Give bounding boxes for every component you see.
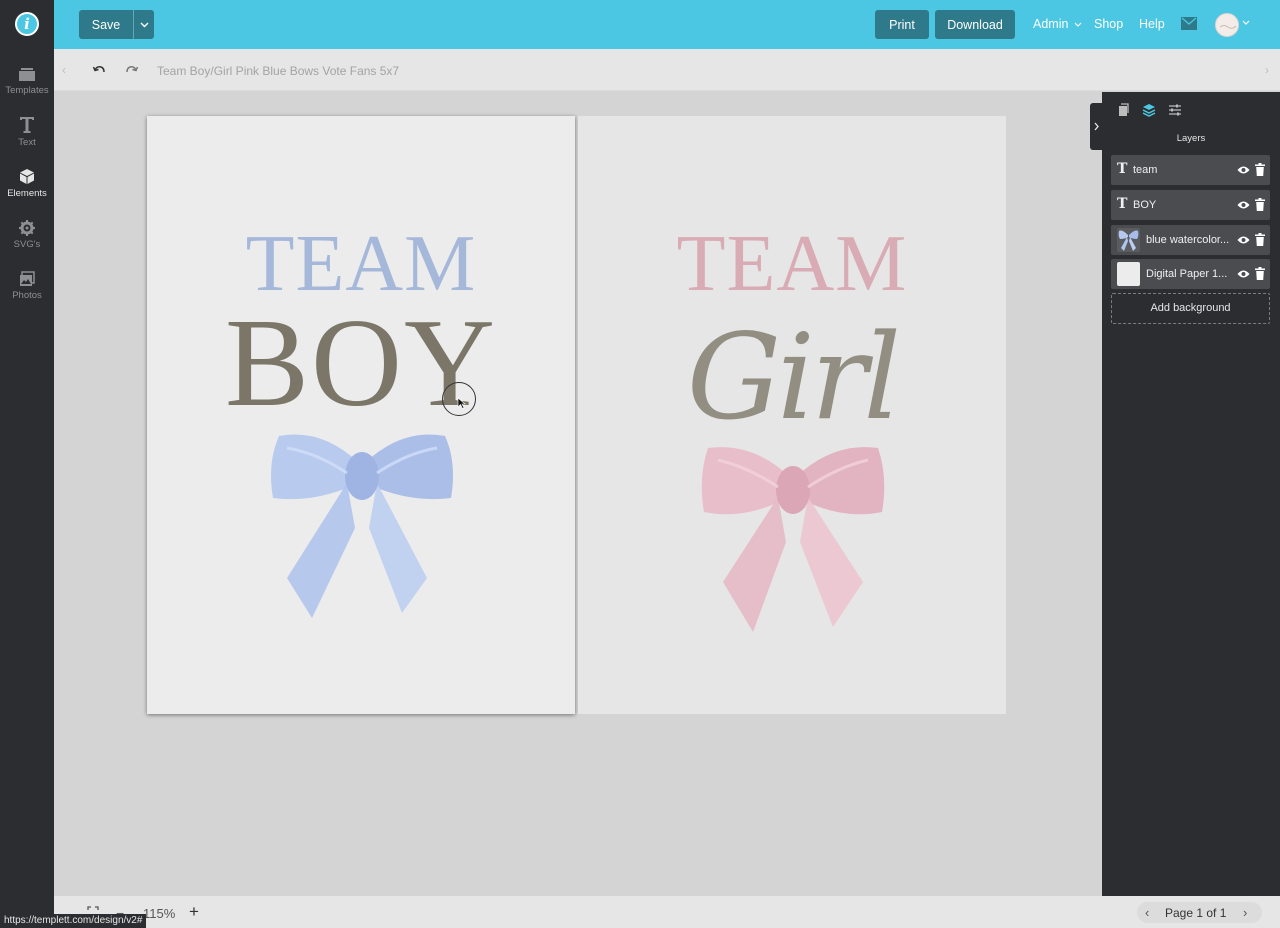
chevron-right-icon[interactable]: › — [1265, 63, 1269, 77]
panel-title: Layers — [1176, 133, 1206, 144]
save-button[interactable]: Save — [79, 10, 133, 39]
page-navigator: ‹ Page 1 of 1 › — [1137, 902, 1262, 923]
document-title[interactable]: Team Boy/Girl Pink Blue Bows Vote Fans 5… — [157, 64, 399, 78]
boy-text[interactable]: BOY — [147, 301, 575, 427]
sidebar-item-svgs[interactable]: SVG's — [0, 220, 54, 250]
print-button[interactable]: Print — [875, 10, 929, 39]
trash-icon[interactable] — [1255, 233, 1265, 246]
svg-icon — [19, 220, 35, 236]
mail-icon[interactable] — [1181, 17, 1197, 30]
page-indicator: Page 1 of 1 — [1165, 906, 1227, 920]
team-text-blue[interactable]: TEAM — [147, 224, 575, 304]
eye-icon[interactable] — [1237, 165, 1250, 175]
design-canvas[interactable]: TEAM BOY TEAM Girl — [54, 92, 1102, 895]
trash-icon[interactable] — [1255, 267, 1265, 280]
chevron-down-icon — [140, 22, 148, 27]
undo-icon[interactable] — [92, 63, 106, 77]
zoom-in-button[interactable]: + — [189, 902, 199, 922]
redo-icon[interactable] — [125, 63, 139, 77]
add-background-button[interactable]: Add background — [1111, 293, 1270, 324]
zoom-level[interactable]: 115% — [143, 906, 175, 921]
avatar-logo-icon — [1219, 25, 1237, 29]
admin-menu-label: Admin — [1033, 17, 1069, 31]
layer-item[interactable]: T BOY — [1111, 190, 1270, 220]
page-right-card[interactable]: TEAM Girl — [578, 116, 1006, 714]
save-options-button[interactable] — [133, 10, 154, 39]
eye-icon[interactable] — [1237, 269, 1250, 279]
paper-thumbnail — [1117, 262, 1140, 286]
mouse-pointer-icon — [457, 397, 466, 409]
girl-text[interactable]: Girl — [578, 318, 1006, 436]
layers-panel: Layers T team T BOY blue watercolor... D… — [1102, 92, 1280, 896]
help-link[interactable]: Help — [1139, 17, 1165, 31]
text-icon — [20, 117, 34, 133]
download-button[interactable]: Download — [935, 10, 1015, 39]
layer-name: Digital Paper 1... — [1146, 268, 1228, 280]
layer-name: blue watercolor... — [1146, 234, 1230, 246]
blue-bow-thumbnail — [1117, 228, 1140, 252]
editor-subbar: ‹ Team Boy/Girl Pink Blue Bows Vote Fans… — [54, 49, 1280, 91]
sidebar-item-label: Text — [18, 137, 36, 148]
eye-icon[interactable] — [1237, 235, 1250, 245]
pink-bow-image[interactable] — [698, 442, 888, 637]
save-button-group: Save — [79, 10, 154, 39]
sidebar-item-elements[interactable]: Elements — [0, 168, 54, 199]
sidebar-item-label: Elements — [7, 188, 47, 199]
templates-icon — [19, 68, 35, 81]
text-layer-icon: T — [1117, 196, 1128, 212]
previous-page-button[interactable]: ‹ — [1145, 905, 1149, 920]
blue-bow-image[interactable] — [267, 428, 457, 628]
chevron-down-icon — [1074, 22, 1082, 28]
layer-item[interactable]: Digital Paper 1... — [1111, 259, 1270, 289]
admin-menu[interactable]: Admin — [1033, 17, 1082, 31]
sidebar-item-label: SVG's — [13, 239, 41, 250]
bottom-bar: − 115% + ‹ Page 1 of 1 › — [54, 896, 1280, 928]
layer-name: BOY — [1133, 199, 1157, 211]
sidebar-item-text[interactable]: Text — [0, 116, 54, 148]
layer-item[interactable]: T team — [1111, 155, 1270, 185]
elements-icon — [20, 169, 34, 184]
trash-icon[interactable] — [1255, 163, 1265, 176]
adjustments-icon[interactable] — [1168, 103, 1182, 117]
top-bar: i Save Print Download Admin Shop Help — [0, 0, 1280, 49]
page-left-card[interactable]: TEAM BOY — [147, 116, 575, 714]
photos-icon — [20, 271, 35, 286]
avatar[interactable] — [1215, 13, 1239, 37]
chevron-down-icon[interactable] — [1242, 20, 1250, 25]
text-layer-icon: T — [1117, 161, 1128, 177]
chevron-left-icon[interactable]: ‹ — [62, 63, 66, 77]
eye-icon[interactable] — [1237, 200, 1250, 210]
shop-link[interactable]: Shop — [1094, 17, 1123, 31]
sidebar-item-templates[interactable]: Templates — [0, 66, 54, 96]
left-toolbar: Templates Text Elements SVG's Photos — [0, 49, 54, 928]
team-text-pink[interactable]: TEAM — [578, 224, 1006, 304]
templett-logo[interactable]: i — [15, 12, 39, 36]
sidebar-item-photos[interactable]: Photos — [0, 271, 54, 301]
sidebar-item-label: Templates — [5, 85, 49, 96]
layer-item[interactable]: blue watercolor... — [1111, 225, 1270, 255]
pages-icon[interactable] — [1117, 103, 1131, 117]
logo-column: i — [0, 0, 54, 49]
next-page-button[interactable]: › — [1243, 905, 1247, 920]
layer-name: team — [1133, 164, 1158, 176]
trash-icon[interactable] — [1255, 198, 1265, 211]
layers-icon[interactable] — [1142, 103, 1156, 117]
status-url: https://templett.com/design/v2# — [0, 914, 147, 928]
sidebar-item-label: Photos — [12, 290, 42, 301]
